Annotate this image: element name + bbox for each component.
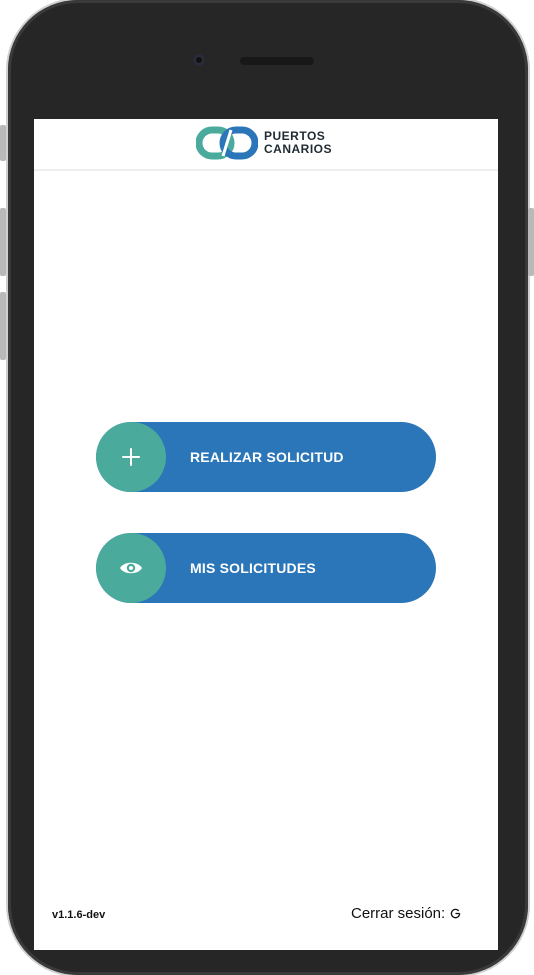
realizar-solicitud-label: REALIZAR SOLICITUD — [190, 449, 344, 465]
logout-link[interactable]: Cerrar sesión: — [351, 905, 461, 922]
app-header: PUERTOS CANARIOS — [34, 119, 498, 171]
mis-solicitudes-label: MIS SOLICITUDES — [190, 560, 316, 576]
realizar-solicitud-button[interactable]: REALIZAR SOLICITUD — [96, 422, 436, 492]
phone-mute-switch — [0, 125, 6, 161]
brand-name: PUERTOS CANARIOS — [264, 130, 332, 156]
puertos-canarios-logo-icon — [196, 126, 258, 160]
app-screen: PUERTOS CANARIOS REALIZAR SOLICITUD MIS … — [34, 119, 498, 950]
brand-logo: PUERTOS CANARIOS — [196, 125, 332, 161]
brand-line-2: CANARIOS — [264, 142, 333, 156]
app-version: v1.1.6-dev — [52, 909, 106, 921]
phone-volume-down — [0, 292, 6, 360]
phone-volume-up — [0, 208, 6, 276]
plus-icon — [96, 422, 166, 492]
logout-label: Cerrar sesión: — [351, 905, 446, 922]
earpiece-speaker — [240, 57, 314, 65]
power-icon — [450, 908, 461, 919]
front-camera — [193, 54, 205, 66]
eye-icon — [96, 533, 166, 603]
phone-power-button — [528, 208, 534, 276]
mis-solicitudes-button[interactable]: MIS SOLICITUDES — [96, 533, 436, 603]
